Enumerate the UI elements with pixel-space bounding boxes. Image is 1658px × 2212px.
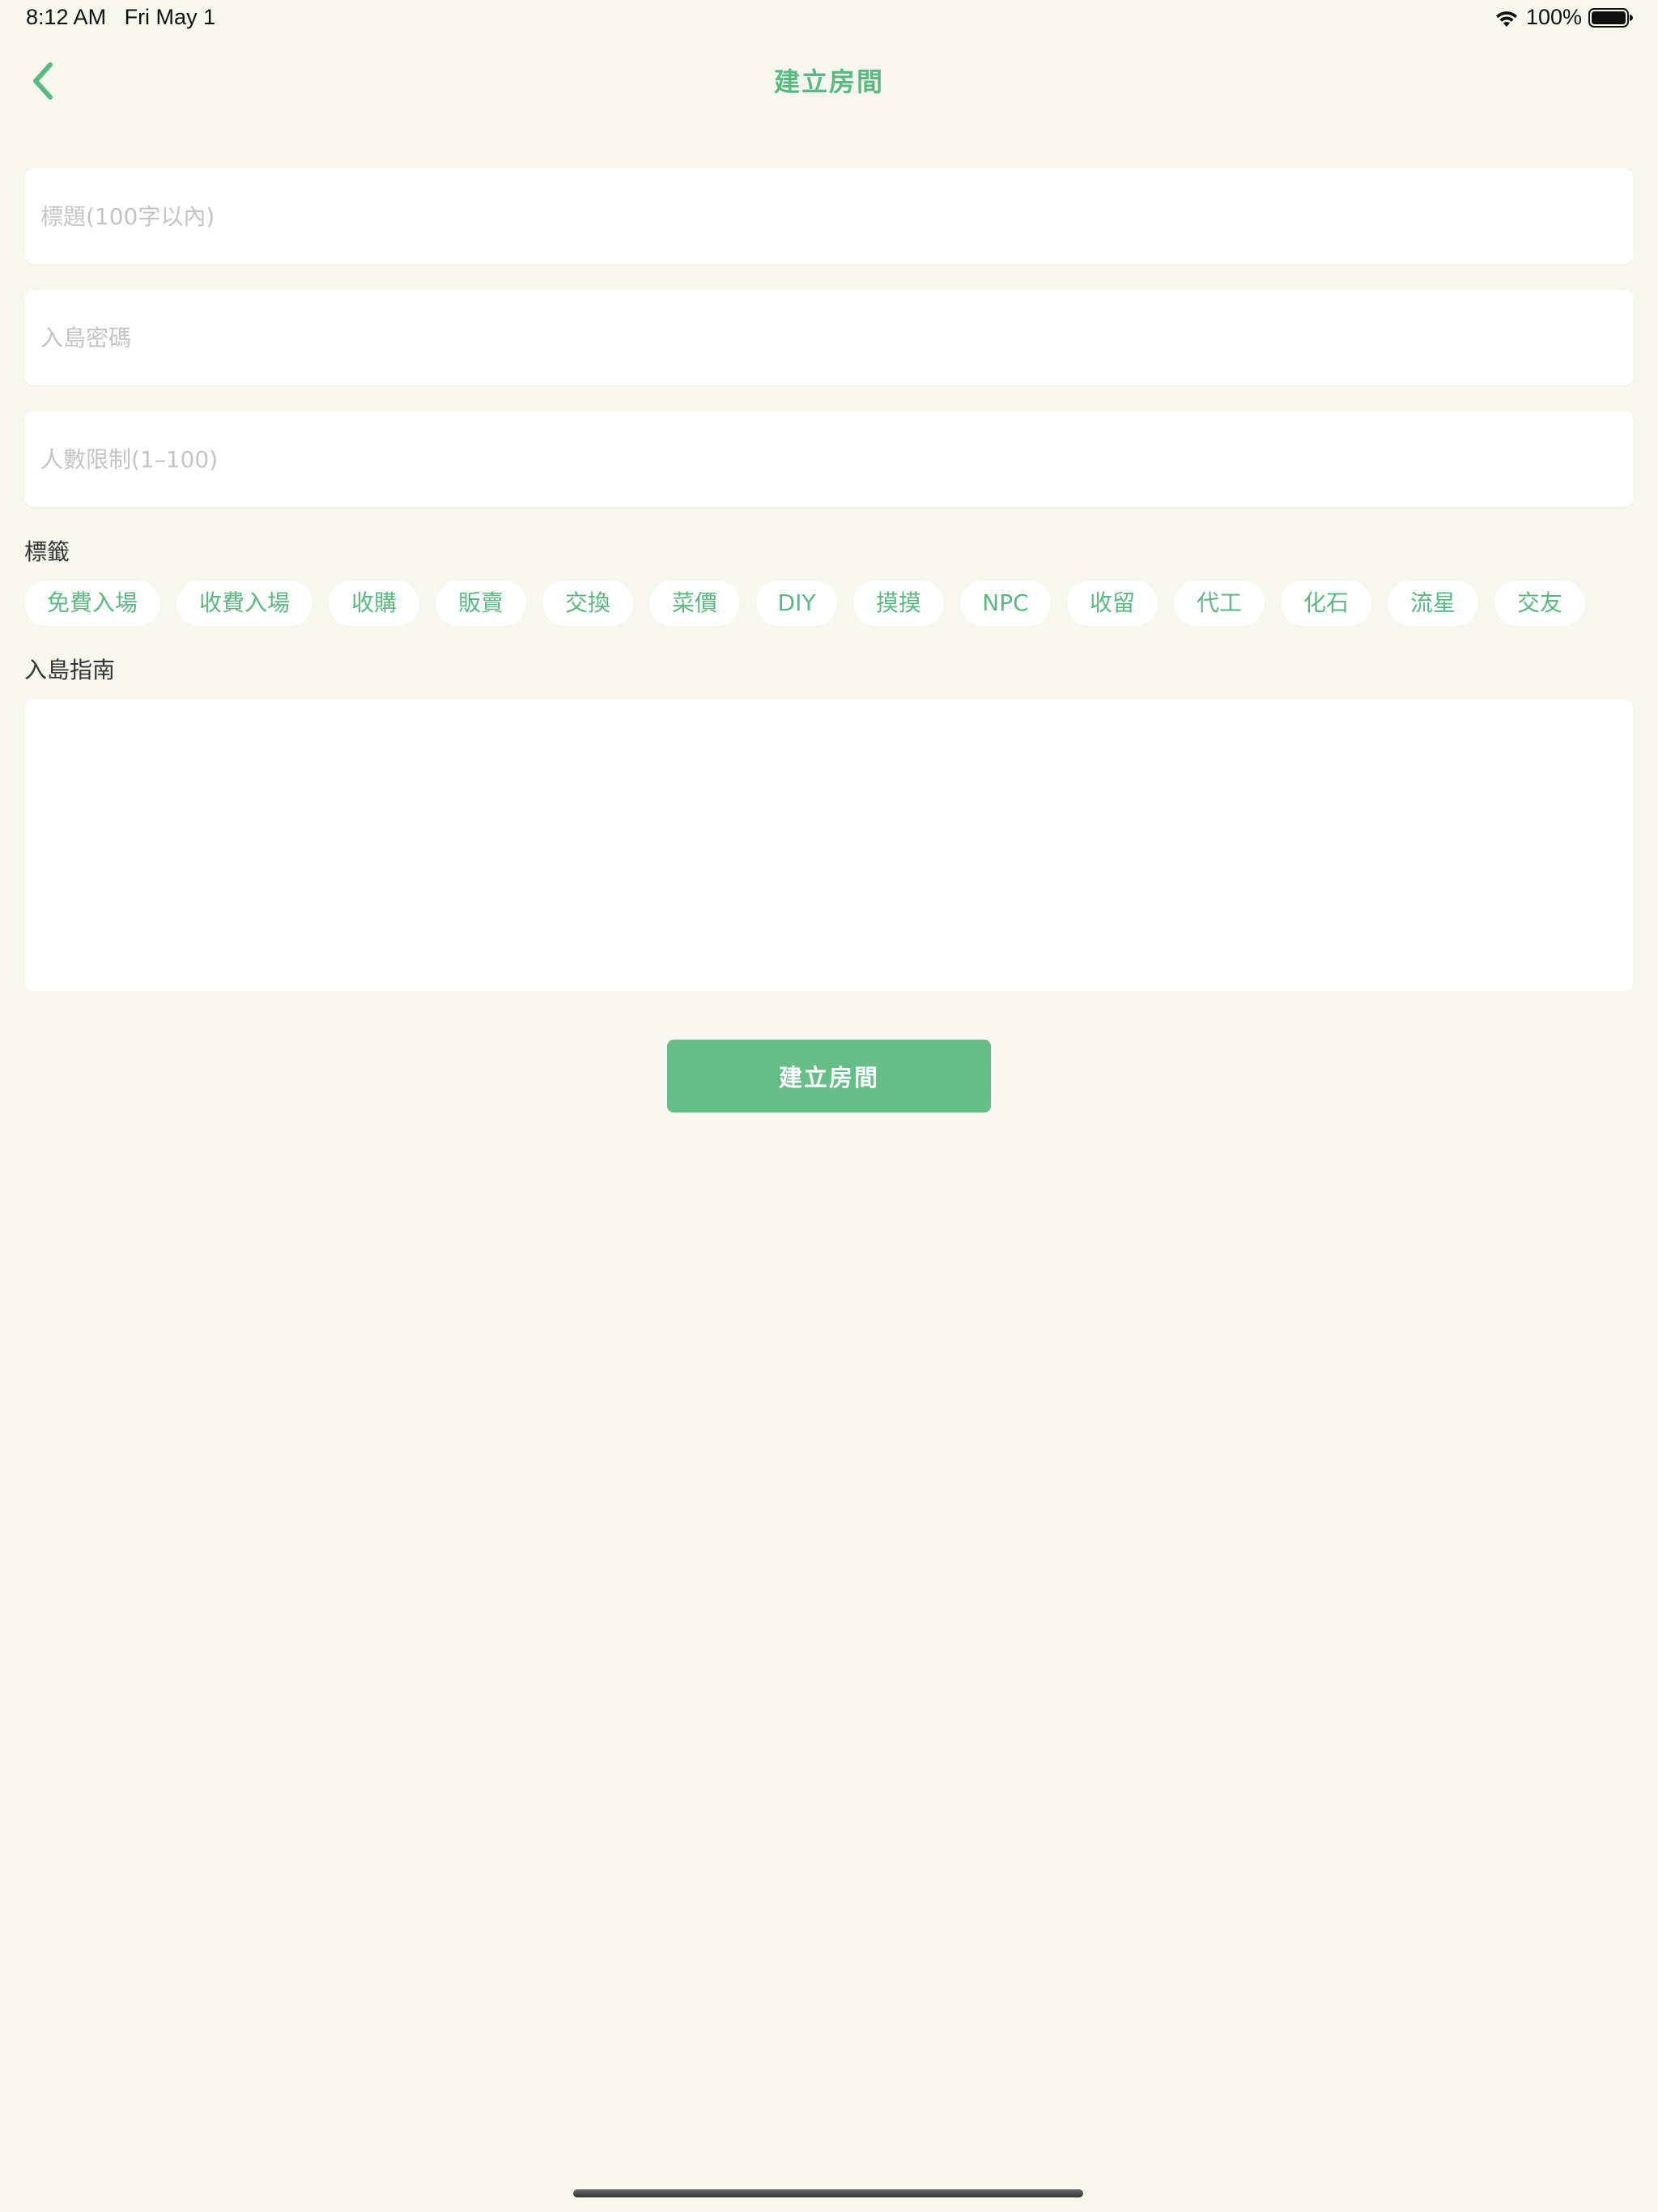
wifi-icon xyxy=(1495,11,1517,27)
tag-list: 免費入場 收費入場 收購 販賣 交換 菜價 DIY 摸摸 NPC 收留 代工 化… xyxy=(24,581,1634,626)
island-password-input[interactable] xyxy=(24,290,1634,385)
tag-chip[interactable]: 交友 xyxy=(1494,581,1585,626)
title-field-container xyxy=(24,168,1634,264)
tag-chip[interactable]: 交換 xyxy=(542,581,633,626)
battery-icon xyxy=(1588,7,1633,28)
status-bar: 8:12 AM Fri May 1 100% xyxy=(0,0,1658,37)
tag-chip[interactable]: DIY xyxy=(756,581,837,626)
status-indicators: 100% xyxy=(1494,5,1634,30)
page-title: 建立房間 xyxy=(773,66,884,97)
home-indicator[interactable] xyxy=(573,2189,1083,2197)
tag-chip[interactable]: NPC xyxy=(960,581,1051,626)
tag-chip[interactable]: 收留 xyxy=(1067,581,1158,626)
guide-label: 入島指南 xyxy=(24,657,116,683)
nav-bar: 建立房間 xyxy=(0,40,1658,121)
title-input[interactable] xyxy=(24,168,1634,264)
tag-chip[interactable]: 販賣 xyxy=(436,581,526,626)
tag-chip[interactable]: 免費入場 xyxy=(24,581,160,626)
battery-percent: 100% xyxy=(1525,5,1582,29)
status-clock: 8:12 AM xyxy=(26,5,107,29)
tag-chip[interactable]: 收費入場 xyxy=(176,581,312,626)
limit-field-container xyxy=(24,411,1634,507)
tag-chip[interactable]: 流星 xyxy=(1388,581,1478,626)
tags-label: 標籤 xyxy=(24,538,70,565)
tag-chip[interactable]: 代工 xyxy=(1174,581,1265,626)
tag-chip[interactable]: 收購 xyxy=(329,581,419,626)
island-guide-textarea[interactable] xyxy=(24,700,1634,991)
tag-chip[interactable]: 菜價 xyxy=(649,581,740,626)
tag-chip[interactable]: 摸摸 xyxy=(853,581,944,626)
create-room-button[interactable]: 建立房間 xyxy=(667,1040,991,1112)
status-date: Fri May 1 xyxy=(124,5,216,29)
password-field-container xyxy=(24,290,1634,385)
guide-container xyxy=(24,700,1634,991)
status-time: 8:12 AM Fri May 1 xyxy=(26,5,215,30)
player-limit-input[interactable] xyxy=(24,411,1634,507)
tag-chip[interactable]: 化石 xyxy=(1281,581,1371,626)
